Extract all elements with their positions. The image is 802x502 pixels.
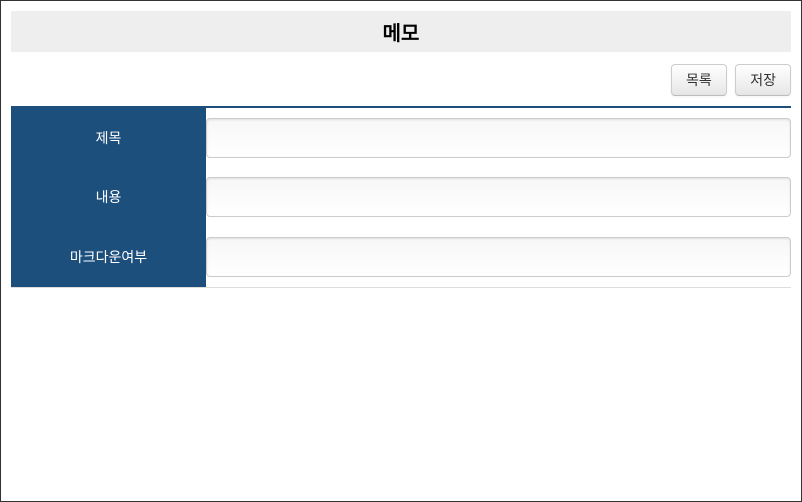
action-bar: 목록 저장 — [11, 64, 791, 96]
markdown-input[interactable] — [206, 237, 791, 277]
title-input-cell — [206, 107, 791, 167]
markdown-input-cell — [206, 227, 791, 287]
markdown-label: 마크다운여부 — [11, 227, 206, 287]
form-row: 내용 — [11, 167, 791, 227]
page-header: 메모 — [11, 11, 791, 52]
save-button[interactable]: 저장 — [735, 64, 791, 96]
form-row: 제목 — [11, 107, 791, 167]
content-input[interactable] — [206, 177, 791, 217]
content-input-cell — [206, 167, 791, 227]
page-title: 메모 — [11, 17, 791, 46]
list-button[interactable]: 목록 — [671, 64, 727, 96]
memo-form: 제목 내용 마크다운여부 — [11, 106, 791, 288]
title-label: 제목 — [11, 107, 206, 167]
content-label: 내용 — [11, 167, 206, 227]
form-row: 마크다운여부 — [11, 227, 791, 287]
title-input[interactable] — [206, 118, 791, 158]
